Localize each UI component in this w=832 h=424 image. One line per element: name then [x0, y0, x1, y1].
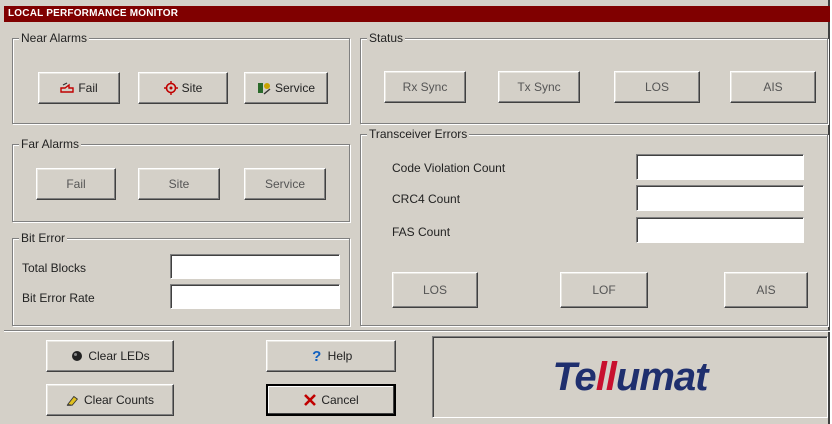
status-ais-button[interactable]: AIS	[730, 71, 816, 103]
far-alarms-label: Far Alarms	[19, 137, 82, 151]
cancel-button[interactable]: Cancel	[266, 384, 396, 416]
cancel-label: Cancel	[321, 393, 359, 407]
near-site-label: Site	[181, 81, 203, 95]
bit-error-group: Bit Error	[12, 231, 350, 326]
rx-sync-button[interactable]: Rx Sync	[384, 71, 466, 103]
logo-panel: Tellumat	[432, 336, 828, 418]
near-service-label: Service	[274, 81, 315, 95]
transceiver-lof-label: LOF	[592, 283, 616, 297]
service-icon	[257, 81, 271, 95]
crc4-count-field[interactable]	[636, 185, 804, 211]
clear-leds-button[interactable]: Clear LEDs	[46, 340, 174, 372]
crc4-count-label: CRC4 Count	[392, 192, 461, 206]
far-site-label: Site	[168, 177, 190, 191]
status-label: Status	[367, 31, 406, 45]
help-button[interactable]: ? Help	[266, 340, 396, 372]
near-fail-label: Fail	[78, 81, 98, 95]
near-fail-button[interactable]: Fail	[38, 72, 120, 104]
window-title-bar[interactable]: LOCAL PERFORMANCE MONITOR	[4, 6, 830, 22]
status-ais-label: AIS	[763, 80, 783, 94]
transceiver-los-button[interactable]: LOS	[392, 272, 478, 308]
transceiver-ais-button[interactable]: AIS	[724, 272, 808, 308]
fas-count-label: FAS Count	[392, 225, 451, 239]
far-site-button[interactable]: Site	[138, 168, 220, 200]
near-site-button[interactable]: Site	[138, 72, 228, 104]
site-icon	[163, 81, 178, 95]
status-los-label: LOS	[644, 80, 669, 94]
bit-error-rate-field[interactable]	[170, 284, 340, 309]
transceiver-los-label: LOS	[422, 283, 447, 297]
clear-counts-button[interactable]: Clear Counts	[46, 384, 174, 416]
tellumat-logo: Tellumat	[552, 354, 709, 400]
near-service-button[interactable]: Service	[244, 72, 328, 104]
logo-text-mid: ll	[595, 354, 617, 399]
cancel-icon	[303, 393, 317, 407]
fas-count-field[interactable]	[636, 217, 804, 243]
status-los-button[interactable]: LOS	[614, 71, 700, 103]
performance-monitor-window: LOCAL PERFORMANCE MONITOR Near Alarms Fa…	[0, 0, 830, 424]
logo-text-post: umat	[615, 354, 709, 399]
far-service-label: Service	[264, 177, 305, 191]
transceiver-ais-label: AIS	[756, 283, 776, 297]
bottom-separator	[4, 330, 830, 332]
far-fail-button[interactable]: Fail	[36, 168, 116, 200]
bit-error-rate-label: Bit Error Rate	[22, 291, 95, 305]
total-blocks-label: Total Blocks	[22, 261, 87, 275]
tx-sync-label: Tx Sync	[517, 80, 561, 94]
help-label: Help	[327, 349, 353, 363]
transceiver-errors-label: Transceiver Errors	[367, 127, 470, 141]
transceiver-lof-button[interactable]: LOF	[560, 272, 648, 308]
clear-leds-label: Clear LEDs	[88, 349, 150, 363]
code-violation-label: Code Violation Count	[392, 161, 506, 175]
help-icon: ?	[312, 347, 322, 365]
rx-sync-label: Rx Sync	[402, 80, 448, 94]
far-fail-label: Fail	[66, 177, 86, 191]
fail-icon	[60, 81, 75, 95]
led-icon	[70, 349, 84, 363]
tx-sync-button[interactable]: Tx Sync	[498, 71, 580, 103]
bit-error-label: Bit Error	[19, 231, 68, 245]
near-alarms-label: Near Alarms	[19, 31, 90, 45]
logo-text-pre: Te	[552, 354, 596, 399]
far-service-button[interactable]: Service	[244, 168, 326, 200]
total-blocks-field[interactable]	[170, 254, 340, 279]
eraser-icon	[66, 393, 80, 407]
code-violation-field[interactable]	[636, 154, 804, 180]
clear-counts-label: Clear Counts	[83, 393, 155, 407]
